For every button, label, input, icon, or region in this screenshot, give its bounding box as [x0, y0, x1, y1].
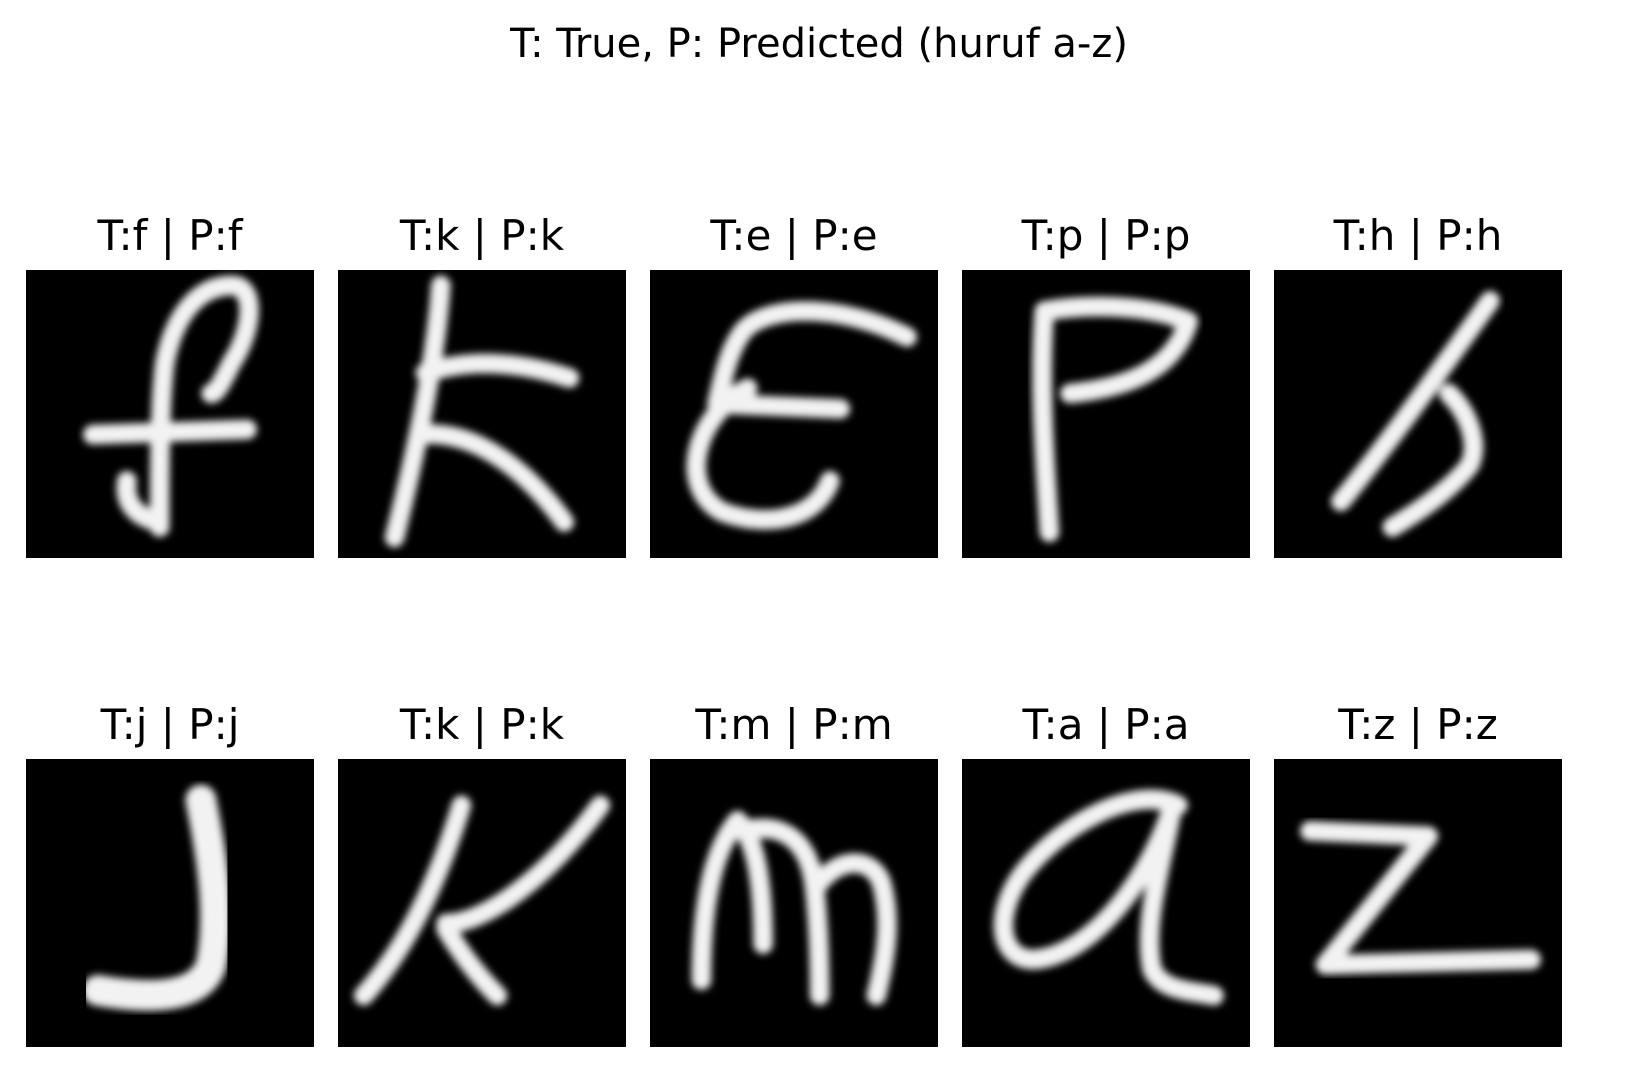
panel-title: T:f | P:f — [97, 211, 243, 260]
panel-title: T:a | P:a — [1022, 700, 1190, 749]
handwritten-letter-j — [82, 784, 231, 1011]
letter-image — [338, 270, 626, 558]
handwritten-letter-h — [1331, 291, 1500, 537]
panel-title: T:k | P:k — [399, 700, 565, 749]
handwritten-letter-z — [1300, 821, 1541, 975]
letter-stroke — [1300, 821, 1541, 975]
handwritten-letter-p — [1032, 296, 1199, 543]
letter-stroke — [691, 810, 773, 990]
letter-stroke — [436, 795, 611, 934]
letter-image — [962, 759, 1250, 1047]
letter-stroke — [83, 419, 257, 445]
panel-title: T:p | P:p — [1021, 211, 1191, 260]
letter-image — [26, 270, 314, 558]
letter-stroke — [82, 784, 231, 1011]
panel-title: T:k | P:k — [399, 211, 565, 260]
panel-title: T:m | P:m — [695, 700, 893, 749]
panel-title: T:z | P:z — [1338, 700, 1498, 749]
letter-image — [650, 759, 938, 1047]
figure-title: T: True, P: Predicted (huruf a-z) — [510, 21, 1128, 67]
handwritten-letter-e — [686, 301, 917, 530]
handwritten-letter-k2 — [353, 795, 611, 1006]
panel-title: T:j | P:j — [100, 700, 240, 749]
letter-stroke — [353, 795, 472, 1006]
letter-image — [650, 270, 938, 558]
letter-stroke — [415, 353, 580, 388]
handwritten-letter-f — [83, 275, 259, 537]
letter-stroke — [993, 789, 1224, 1006]
letter-image — [1274, 270, 1562, 558]
letter-image — [962, 270, 1250, 558]
letter-stroke — [149, 275, 259, 537]
letter-image — [338, 759, 626, 1047]
letter-stroke — [809, 853, 897, 1006]
letter-stroke — [1032, 296, 1199, 543]
letter-stroke — [384, 275, 451, 548]
handwritten-letter-a — [993, 789, 1224, 1006]
letter-stroke — [436, 918, 508, 1006]
letter-image — [26, 759, 314, 1047]
panel-title: T:h | P:h — [1333, 211, 1503, 260]
handwritten-letter-k — [384, 275, 580, 548]
handwritten-letter-m — [691, 810, 897, 1006]
letter-stroke — [410, 424, 575, 532]
panel-title: T:e | P:e — [710, 211, 878, 260]
letter-image — [1274, 759, 1562, 1047]
